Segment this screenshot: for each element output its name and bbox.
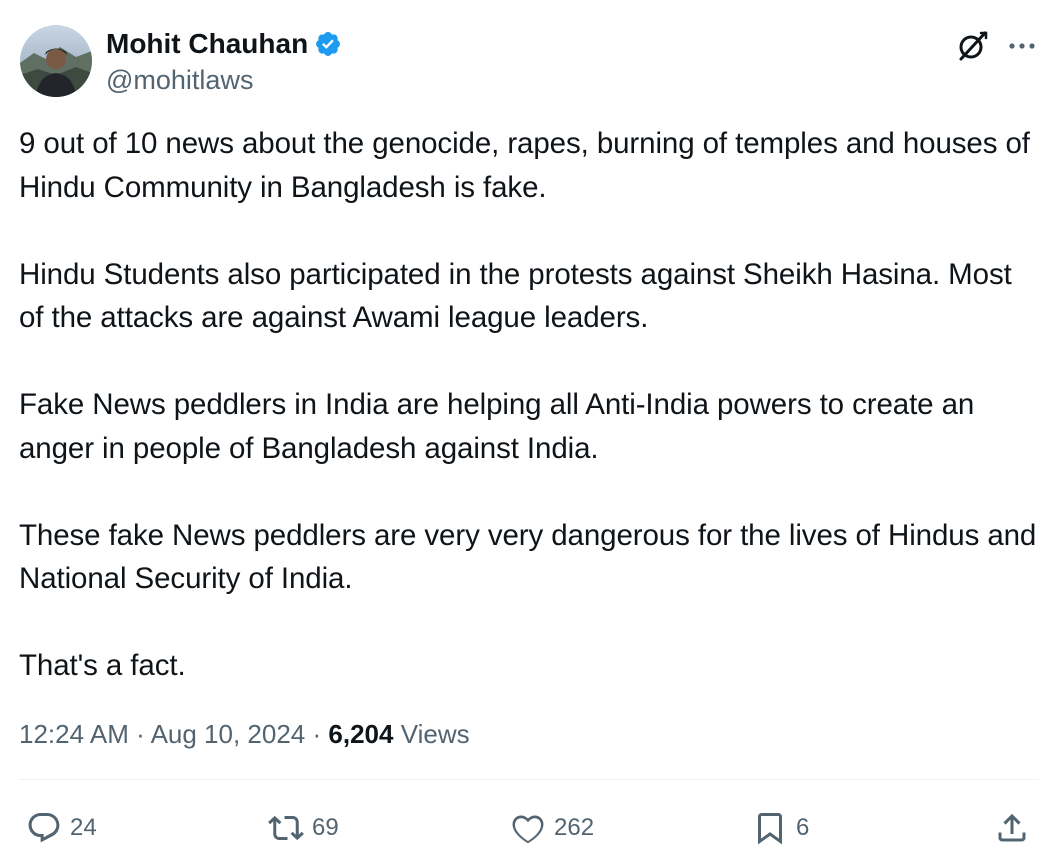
verified-badge-icon[interactable]	[314, 30, 342, 58]
like-icon	[512, 815, 544, 844]
tweet-text: 9 out of 10 news about the genocide, rap…	[19, 122, 1044, 688]
bookmark-icon	[758, 813, 782, 845]
repost-icon	[268, 815, 304, 841]
tweet-paragraph: That's a fact.	[19, 649, 186, 682]
author-display-name[interactable]: Mohit Chauhan	[106, 27, 342, 61]
like-button[interactable]: 262	[510, 808, 594, 848]
tweet-paragraph: These fake News peddlers are very very d…	[19, 518, 1037, 596]
repost-count: 69	[312, 814, 339, 841]
more-icon[interactable]	[1004, 32, 1040, 60]
divider	[19, 779, 1039, 780]
share-button[interactable]	[994, 808, 1030, 848]
display-name-text[interactable]: Mohit Chauhan	[106, 27, 308, 61]
share-icon	[998, 813, 1026, 842]
bookmark-count: 6	[796, 814, 810, 841]
avatar-image	[20, 25, 92, 97]
tweet-date[interactable]: Aug 10, 2024	[151, 719, 306, 749]
tweet-paragraph: Fake News peddlers in India are helping …	[19, 388, 975, 465]
repost-button[interactable]: 69	[268, 808, 339, 848]
tweet-metadata: 12:24 AM · Aug 10, 2024 · 6,204 Views	[19, 716, 470, 752]
avatar[interactable]	[20, 25, 92, 97]
reply-icon	[28, 813, 60, 843]
grok-icon[interactable]	[954, 28, 990, 64]
reply-button[interactable]: 24	[26, 808, 97, 848]
tweet-paragraph: 9 out of 10 news about the genocide, rap…	[19, 127, 1030, 204]
meta-separator: ·	[312, 719, 322, 749]
views-count: 6,204	[328, 719, 394, 749]
like-count: 262	[554, 814, 595, 841]
meta-separator: ·	[136, 719, 145, 749]
author-handle[interactable]: @mohitlaws	[106, 63, 253, 97]
bookmark-button[interactable]: 6	[752, 808, 809, 848]
views-label: Views	[400, 719, 470, 749]
reply-count: 24	[70, 814, 97, 841]
tweet-time[interactable]: 12:24 AM	[19, 719, 129, 749]
tweet-paragraph: Hindu Students also participated in the …	[19, 257, 1012, 335]
